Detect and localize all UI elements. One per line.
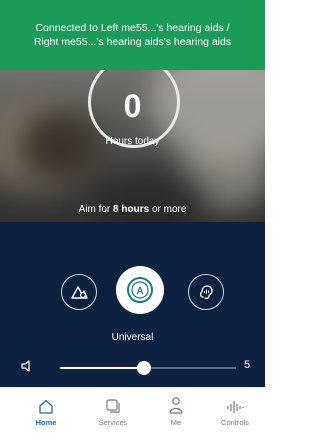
services-icon — [106, 399, 120, 413]
connection-text-line2: Right me55...'s hearing aids's hearing a… — [33, 36, 232, 48]
hours-label: Hours today — [105, 136, 160, 147]
speech-program-icon — [199, 285, 213, 300]
equalizer-icon — [227, 401, 244, 413]
connection-text-line1: Connected to Left me55...'s hearing aids… — [35, 22, 230, 34]
home-icon — [39, 399, 53, 414]
outdoor-program-icon — [71, 286, 88, 299]
program-universal-button[interactable]: A — [116, 266, 164, 314]
tab-services-label: Services — [98, 418, 128, 427]
wear-goal-text: Aim for 8 hours or more — [0, 204, 265, 215]
volume-value: 5 — [244, 359, 251, 371]
program-name: Universal — [111, 332, 154, 343]
hero-image: 0 Hours today Aim for 8 hours or more — [0, 70, 265, 222]
wear-goal-prefix: Aim for — [78, 204, 111, 215]
tab-me[interactable]: Me — [150, 392, 202, 427]
connection-banner: Connected to Left me55...'s hearing aids… — [0, 0, 265, 70]
hours-value: 0 — [123, 88, 142, 124]
tab-services[interactable]: Services — [87, 392, 139, 427]
wear-goal-suffix: or more — [151, 204, 187, 215]
volume-slider[interactable] — [60, 361, 236, 375]
wear-goal-hours: 8 hours — [113, 204, 150, 215]
person-icon — [169, 397, 183, 414]
controls-panel: A Universal 5 — [0, 222, 265, 387]
tab-controls[interactable]: Controls — [209, 392, 261, 427]
volume-control: 5 — [0, 357, 265, 377]
volume-slider-fill — [60, 367, 144, 369]
program-outdoor-button[interactable] — [61, 274, 97, 310]
program-speech-button[interactable] — [188, 274, 224, 310]
bottom-tab-bar: Home Services Me Controls — [0, 387, 265, 447]
svg-text:A: A — [136, 286, 143, 297]
tab-controls-label: Controls — [221, 418, 249, 427]
volume-slider-thumb[interactable] — [137, 361, 151, 375]
universal-program-icon: A — [127, 277, 153, 303]
tab-me-label: Me — [170, 418, 182, 427]
tab-home-label: Home — [35, 418, 57, 427]
app-screen: Connected to Left me55...'s hearing aids… — [0, 0, 265, 447]
tab-home[interactable]: Home — [20, 392, 72, 427]
speaker-icon[interactable] — [20, 359, 34, 373]
